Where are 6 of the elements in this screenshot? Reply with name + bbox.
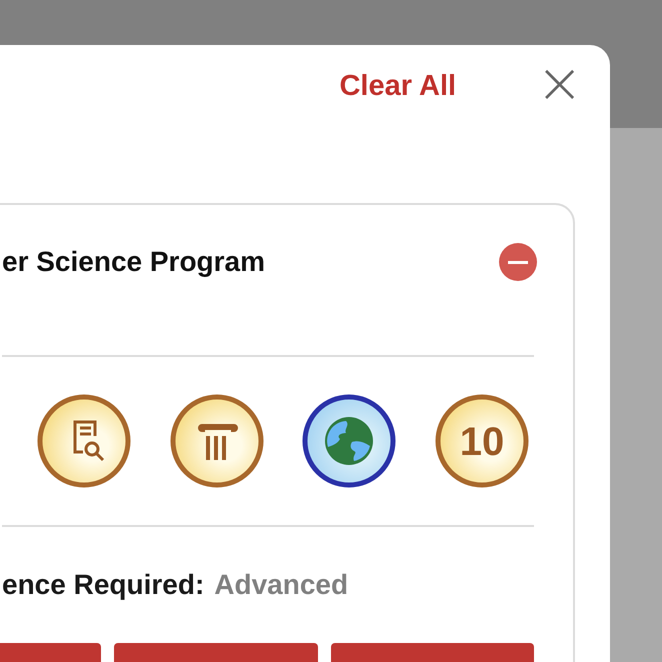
requirement-value: Advanced [214, 569, 348, 601]
requirement-label: ence Required: [2, 569, 204, 601]
number-badge: 10 [434, 394, 529, 488]
clear-all-button[interactable]: Clear All [339, 70, 456, 103]
program-title: er Science Program [2, 246, 266, 278]
remove-button[interactable] [499, 243, 537, 281]
